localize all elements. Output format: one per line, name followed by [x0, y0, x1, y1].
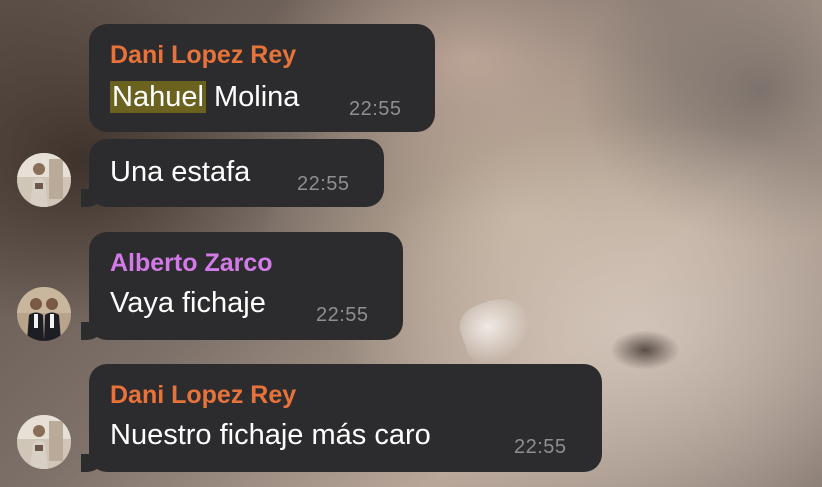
message-bubble[interactable]: Dani Lopez Rey Nuestro fichaje más caro …	[81, 364, 602, 472]
message-bubble[interactable]: Dani Lopez Rey Nahuel Molina 22:55	[89, 24, 435, 132]
avatar-photo-icon	[17, 287, 71, 341]
message-text: Nahuel Molina	[110, 81, 299, 114]
search-highlight: Nahuel	[110, 81, 206, 113]
message-text: Una estafa	[110, 156, 251, 188]
sender-name[interactable]: Dani Lopez Rey	[110, 41, 296, 70]
wallpaper-detail	[610, 330, 680, 370]
avatar-photo-icon	[17, 153, 71, 207]
message-text: Nuestro fichaje más caro	[110, 419, 431, 451]
message-timestamp: 22:55	[316, 304, 369, 326]
message-text-rest: Molina	[205, 81, 300, 113]
message-bubble[interactable]: Alberto Zarco Vaya fichaje 22:55	[81, 232, 403, 340]
avatar-photo-icon	[17, 415, 71, 469]
message-timestamp: 22:55	[514, 436, 567, 458]
message-timestamp: 22:55	[297, 173, 350, 195]
sender-name[interactable]: Alberto Zarco	[110, 249, 273, 278]
message-bubble[interactable]: Una estafa 22:55	[81, 139, 384, 207]
sender-name[interactable]: Dani Lopez Rey	[110, 381, 296, 410]
message-text: Vaya fichaje	[110, 287, 266, 319]
wallpaper-detail	[453, 289, 541, 371]
avatar[interactable]	[17, 153, 71, 207]
message-timestamp: 22:55	[349, 98, 402, 120]
avatar[interactable]	[17, 287, 71, 341]
avatar[interactable]	[17, 415, 71, 469]
